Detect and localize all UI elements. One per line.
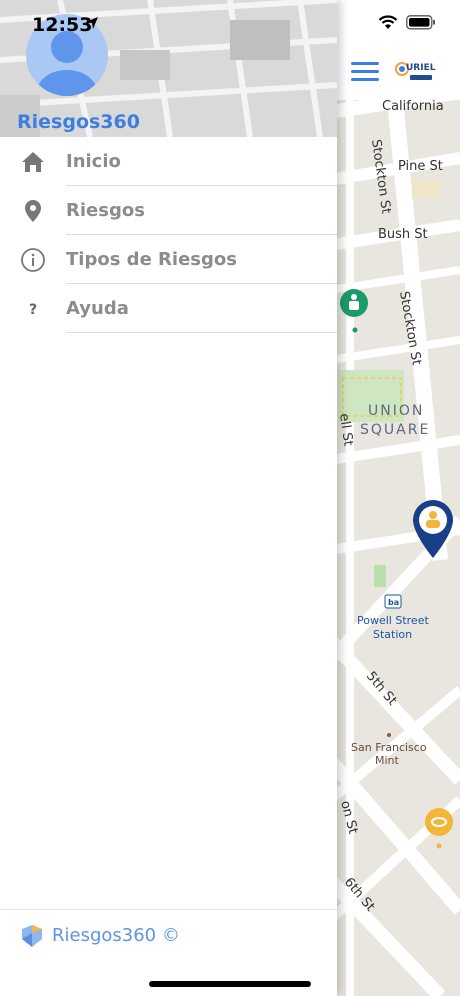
svg-text:?: ? <box>29 302 37 318</box>
drawer-footer: Riesgos360 © <box>18 921 180 949</box>
info-icon <box>20 247 46 273</box>
poi-mint-line2: Mint <box>375 754 400 767</box>
menu-item-tipos-de-riesgos[interactable]: Tipos de Riesgos <box>0 235 337 284</box>
poi-mint-line1: San Francisco <box>351 741 427 754</box>
street-label-california: California <box>382 99 444 114</box>
street-label-pine: Pine St <box>398 159 443 174</box>
area-label-square: SQUARE <box>360 422 430 438</box>
menu-label-tipos-de-riesgos: Tipos de Riesgos <box>66 249 237 270</box>
question-icon: ? <box>20 296 46 322</box>
status-time: 12:53 <box>32 14 93 36</box>
home-indicator[interactable] <box>149 981 311 987</box>
area-label-union: UNION <box>368 403 424 419</box>
hamburger-icon <box>351 62 379 65</box>
svg-text:ba: ba <box>388 598 399 607</box>
menu-label-ayuda: Ayuda <box>66 298 129 319</box>
poi-powell-line1: Powell Street <box>357 614 429 627</box>
app-name: Riesgos360 <box>17 111 140 133</box>
street-label-bush: Bush St <box>378 227 428 242</box>
drawer-menu: Inicio Riesgos Tipos de Riesgos ? Ayuda <box>0 137 337 333</box>
menu-item-inicio[interactable]: Inicio <box>0 137 337 186</box>
home-icon <box>20 149 46 175</box>
side-drawer: Riesgos360 Inicio Riesgos Tipos de Riesg… <box>0 0 337 996</box>
location-arrow-icon <box>86 17 98 29</box>
status-icons <box>378 15 436 30</box>
brand-logo: URIEL <box>395 60 435 86</box>
hamburger-menu-button[interactable] <box>351 62 379 84</box>
brand-text: URIEL <box>406 63 436 73</box>
footer-copyright: Riesgos360 © <box>52 924 180 946</box>
menu-label-riesgos: Riesgos <box>66 200 145 221</box>
menu-label-inicio: Inicio <box>66 151 121 172</box>
poi-powell-line2: Station <box>373 628 412 641</box>
app-logo-icon <box>22 925 42 947</box>
location-pin-icon <box>20 198 46 224</box>
menu-item-riesgos[interactable]: Riesgos <box>0 186 337 235</box>
battery-icon <box>406 15 435 30</box>
wifi-icon <box>378 15 398 29</box>
menu-item-ayuda[interactable]: ? Ayuda <box>0 284 337 333</box>
